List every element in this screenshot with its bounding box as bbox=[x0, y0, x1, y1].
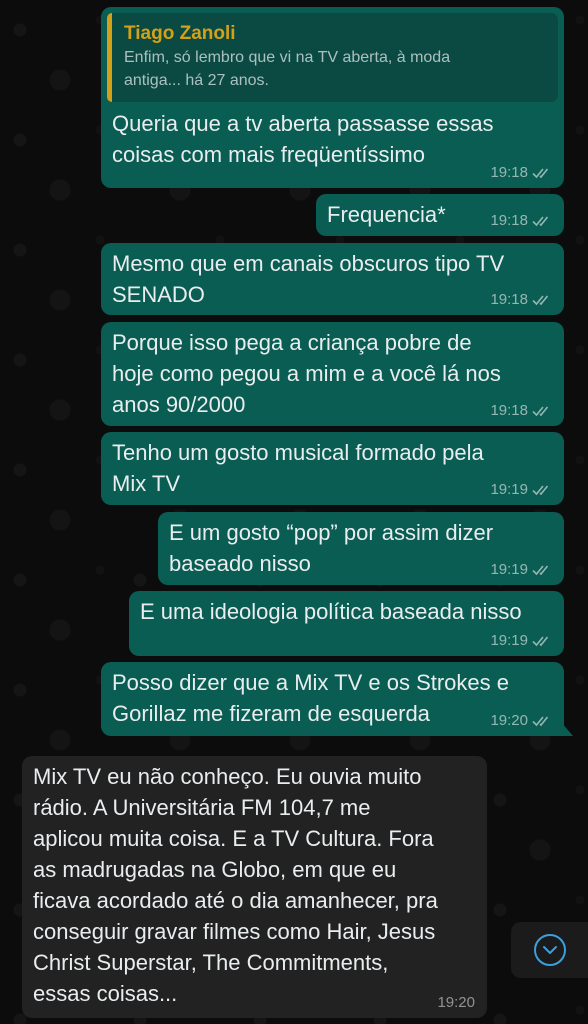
message-meta: 19:20 bbox=[490, 713, 552, 729]
message-bubble-outgoing[interactable]: Posso dizer que a Mix TV e os Strokes e … bbox=[101, 662, 573, 736]
message-meta: 19:18 bbox=[490, 213, 552, 229]
message-meta: 19:18 bbox=[490, 292, 552, 308]
message-text-line: E um gosto “pop” por assim dizer bbox=[169, 520, 494, 545]
message-text-line: aplicou muita coisa. E a TV Cultura. For… bbox=[33, 826, 434, 851]
double-check-icon bbox=[532, 485, 549, 496]
message-text-line: E uma ideologia política baseada nisso bbox=[140, 599, 522, 624]
message-bubble-outgoing[interactable]: Tiago Zanoli Enfim, só lembro que vi na … bbox=[101, 7, 564, 188]
message-time: 19:18 bbox=[490, 212, 528, 229]
message-meta: 19:19 bbox=[490, 482, 552, 498]
message-text-line: essas coisas... bbox=[33, 981, 178, 1006]
message-time: 19:18 bbox=[490, 164, 528, 181]
message-time: 19:18 bbox=[490, 402, 528, 419]
chevron-down-icon bbox=[533, 934, 566, 966]
message-meta: 19:19 bbox=[490, 633, 552, 649]
message-meta: 19:18 bbox=[490, 403, 552, 419]
message-text-line: Posso dizer que a Mix TV e os Strokes e bbox=[112, 670, 509, 695]
message-meta: 19:20 bbox=[437, 995, 475, 1011]
message-meta: 19:19 bbox=[490, 562, 552, 578]
quote-text-line: antiga... há 27 anos. bbox=[124, 72, 269, 89]
message-text-line: ficava acordado até o dia amanhecer, pra bbox=[33, 888, 438, 913]
message-text-line: Christ Superstar, The Commitments, bbox=[33, 950, 389, 975]
double-check-icon bbox=[532, 406, 549, 417]
double-check-icon bbox=[532, 216, 549, 227]
double-check-icon bbox=[532, 565, 549, 576]
message-text-line: Porque isso pega a criança pobre de bbox=[112, 330, 472, 355]
message-text-line: Gorillaz me fizeram de esquerda bbox=[112, 701, 430, 726]
message-bubble-outgoing[interactable]: E uma ideologia política baseada nisso 1… bbox=[129, 591, 564, 656]
message-bubble-outgoing[interactable]: Frequencia* 19:18 bbox=[316, 194, 564, 236]
message-bubble-outgoing[interactable]: Mesmo que em canais obscuros tipo TV SEN… bbox=[101, 243, 564, 315]
message-time: 19:19 bbox=[490, 561, 528, 578]
message-text-line: Mesmo que em canais obscuros tipo TV bbox=[112, 251, 505, 276]
message-text-line: conseguir gravar filmes como Hair, Jesus bbox=[33, 919, 436, 944]
quote-text-line: Enfim, só lembro que vi na TV aberta, à … bbox=[124, 49, 451, 66]
message-text-line: Mix TV bbox=[112, 471, 181, 496]
message-time: 19:18 bbox=[490, 291, 528, 308]
message-bubble-incoming[interactable]: Mix TV eu não conheço. Eu ouvia muito rá… bbox=[22, 756, 487, 1018]
quote-author: Tiago Zanoli bbox=[124, 23, 236, 44]
message-time: 19:20 bbox=[437, 994, 475, 1011]
bubble-tail bbox=[561, 722, 573, 736]
message-text-line: Mix TV eu não conheço. Eu ouvia muito bbox=[33, 764, 422, 789]
message-bubble-outgoing[interactable]: E um gosto “pop” por assim dizer baseado… bbox=[158, 512, 564, 585]
message-bubble-outgoing[interactable]: Tenho um gosto musical formado pela Mix … bbox=[101, 432, 564, 505]
message-time: 19:19 bbox=[490, 481, 528, 498]
message-text-line: rádio. A Universitária FM 104,7 me bbox=[33, 795, 371, 820]
message-text-line: Queria que a tv aberta passasse essas bbox=[112, 111, 494, 136]
double-check-icon bbox=[532, 295, 549, 306]
message-text-line: SENADO bbox=[112, 282, 205, 307]
message-meta: 19:18 bbox=[490, 165, 552, 181]
message-bubble-outgoing[interactable]: Porque isso pega a criança pobre de hoje… bbox=[101, 322, 564, 426]
message-time: 19:20 bbox=[490, 712, 528, 729]
message-text-line: as madrugadas na Globo, em que eu bbox=[33, 857, 397, 882]
quoted-message[interactable]: Tiago Zanoli Enfim, só lembro que vi na … bbox=[107, 13, 558, 102]
message-text-line: hoje como pegou a mim e a você lá nos bbox=[112, 361, 501, 386]
message-time: 19:19 bbox=[490, 632, 528, 649]
double-check-icon bbox=[532, 636, 549, 647]
message-text-line: anos 90/2000 bbox=[112, 392, 246, 417]
message-text-line: Tenho um gosto musical formado pela bbox=[112, 440, 484, 465]
double-check-icon bbox=[532, 168, 549, 179]
double-check-icon bbox=[532, 716, 549, 727]
message-text-line: coisas com mais freqüentíssimo bbox=[112, 142, 425, 167]
scroll-to-bottom-button[interactable] bbox=[511, 922, 588, 978]
